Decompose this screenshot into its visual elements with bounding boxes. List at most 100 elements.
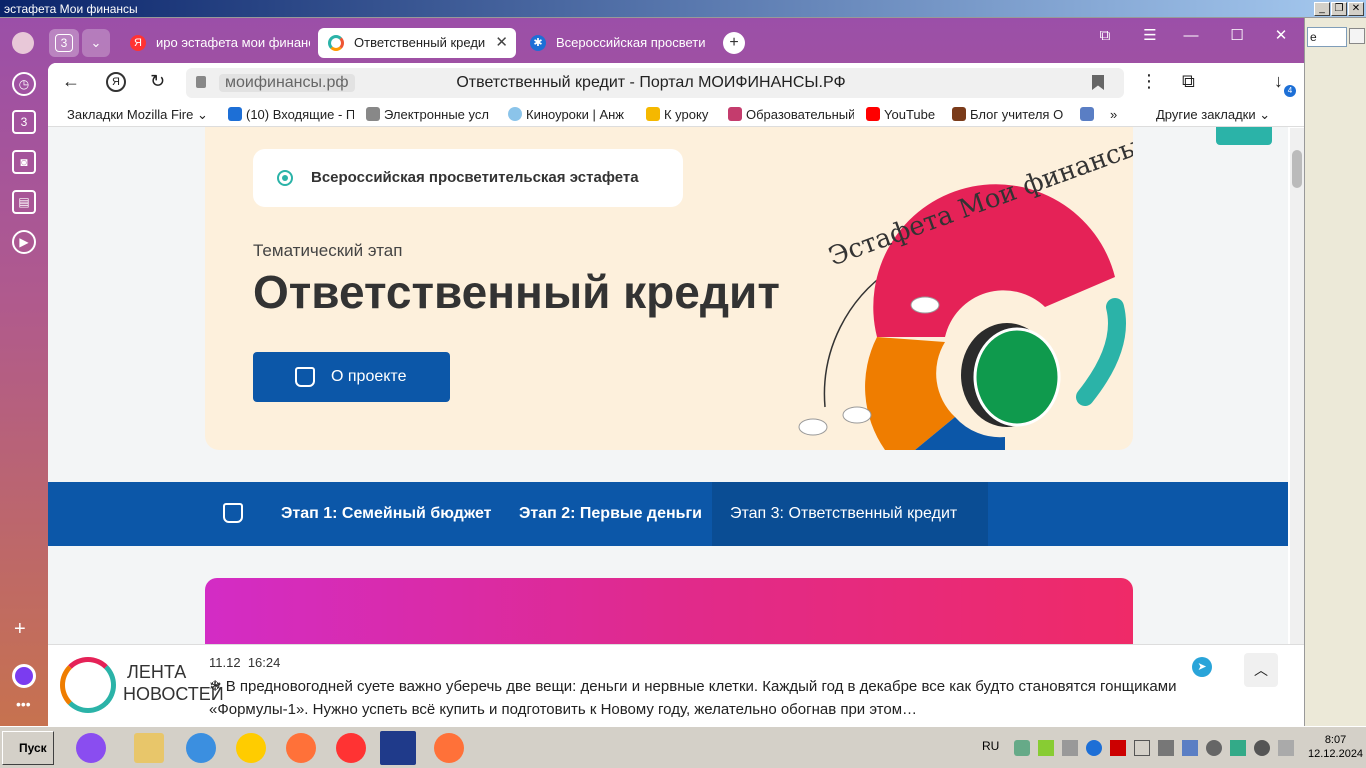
play-icon[interactable]: ▶: [12, 230, 36, 254]
bookmark-blog[interactable]: Блог учителя О: [952, 103, 1068, 127]
explorer-icon[interactable]: [134, 733, 164, 763]
lock-icon[interactable]: [196, 76, 206, 88]
about-project-button[interactable]: О проекте: [253, 352, 450, 402]
yandex-browser-icon[interactable]: [380, 731, 416, 765]
history-icon[interactable]: ◷: [12, 72, 36, 96]
telegram-icon[interactable]: ➤: [1192, 657, 1212, 677]
tab-1[interactable]: Ответственный креди ✕: [318, 28, 516, 58]
tab-label: Ответственный креди: [354, 35, 486, 50]
speaker-icon[interactable]: [1206, 740, 1222, 756]
bluetooth-icon[interactable]: [1086, 740, 1102, 756]
ie-icon[interactable]: [186, 733, 216, 763]
radio-dot-icon: [277, 170, 293, 186]
alice-icon[interactable]: [12, 664, 36, 688]
other-bookmarks[interactable]: Другие закладки ⌄: [1156, 103, 1286, 127]
firefox-icon[interactable]: [286, 733, 316, 763]
start-button[interactable]: Пуск: [2, 731, 54, 765]
close-icon[interactable]: ✕: [495, 28, 508, 58]
collections-icon[interactable]: ⧉: [1090, 24, 1120, 48]
tab-label: Всероссийская просвети: [556, 35, 706, 50]
bookmark-camera[interactable]: [1080, 103, 1100, 127]
tray-app-icon[interactable]: [1182, 740, 1198, 756]
new-tab-button[interactable]: +: [723, 32, 745, 54]
yandex-icon[interactable]: [336, 733, 366, 763]
yandex-music-icon[interactable]: [236, 733, 266, 763]
clock[interactable]: 8:07 12.12.2024: [1308, 733, 1363, 761]
tray-app-icon[interactable]: [1014, 740, 1030, 756]
outer-minimize-button[interactable]: _: [1314, 2, 1330, 16]
background-window-field[interactable]: е: [1307, 27, 1347, 47]
relay-chip-label: Всероссийская просветительская эстафета: [311, 169, 639, 186]
add-icon[interactable]: +: [14, 618, 26, 641]
bookmarks-more[interactable]: »: [1110, 103, 1124, 127]
downloads-icon[interactable]: ↓: [1274, 71, 1283, 92]
tabs-dropdown-button[interactable]: ⌄: [82, 29, 110, 57]
nav-stage-3[interactable]: Этап 3: Ответственный кредит: [712, 482, 988, 546]
nav-stage-2[interactable]: Этап 2: Первые деньги: [519, 482, 702, 546]
tray-app-icon[interactable]: [1230, 740, 1246, 756]
bookmark-kinouroki[interactable]: Киноуроки | Анж: [508, 103, 634, 127]
menu-icon[interactable]: ☰: [1135, 24, 1165, 48]
tray-app-icon[interactable]: [1038, 740, 1054, 756]
tab-strip: 3 ⌄ Я иро эстафета мои финанс Ответствен…: [0, 18, 1304, 68]
keyboard-icon[interactable]: [1278, 740, 1294, 756]
gosuslugi-icon: [366, 107, 380, 121]
more-icon[interactable]: •••: [16, 696, 31, 712]
bookmark-gosuslugi[interactable]: Электронные усл: [366, 103, 494, 127]
notes-icon[interactable]: ▤: [12, 190, 36, 214]
url-field[interactable]: мoифинансы.рф Ответственный кредит - Пор…: [186, 68, 1124, 98]
tab-counter[interactable]: 3: [49, 29, 79, 57]
maximize-button[interactable]: ☐: [1222, 24, 1252, 48]
coin-small: [798, 418, 828, 436]
outer-maximize-button[interactable]: ❐: [1331, 2, 1347, 16]
background-window-button[interactable]: [1349, 28, 1365, 44]
bookmark-folder-mozilla[interactable]: Закладки Mozilla Fire ⌄: [67, 103, 215, 127]
minimize-button[interactable]: —: [1176, 24, 1206, 48]
firefox-icon[interactable]: [434, 733, 464, 763]
scrollbar-thumb[interactable]: [1292, 150, 1302, 188]
reload-icon[interactable]: ↻: [150, 71, 165, 92]
tray-app-icon[interactable]: [1158, 740, 1174, 756]
outer-close-button[interactable]: ✕: [1348, 2, 1364, 16]
bookmark-icon[interactable]: [1092, 75, 1104, 90]
volume-icon[interactable]: [1254, 740, 1270, 756]
bookmark-obrazovatelny[interactable]: Образовательный: [728, 103, 854, 127]
bookmark-youtube[interactable]: YouTube: [866, 103, 942, 127]
news-logo-icon: [60, 657, 116, 713]
language-indicator[interactable]: RU: [982, 739, 999, 753]
yandex-home-icon[interactable]: Я: [106, 72, 126, 92]
tab-2[interactable]: ✱ Всероссийская просвети: [520, 28, 716, 58]
tab-0[interactable]: Я иро эстафета мои финанс: [120, 28, 310, 58]
relay-chip: Всероссийская просветительская эстафета: [253, 149, 683, 207]
obrazovatelny-icon: [728, 107, 742, 121]
network-icon[interactable]: [1062, 740, 1078, 756]
more-menu-icon[interactable]: ⋮: [1140, 71, 1158, 92]
moifinansy-icon: [328, 35, 344, 51]
back-icon[interactable]: ←: [62, 71, 80, 92]
about-project-label: О проекте: [331, 368, 407, 385]
news-text[interactable]: ❄ В предновогодней суете важно уберечь д…: [209, 675, 1199, 721]
bookmark-label: Блог учителя О: [970, 107, 1064, 122]
extensions-icon[interactable]: ⧉: [1182, 71, 1195, 92]
close-window-button[interactable]: ✕: [1266, 24, 1296, 48]
tray-app-icon[interactable]: [1110, 740, 1126, 756]
bookmark-k-uroku[interactable]: К уроку: [646, 103, 716, 127]
collapse-icon[interactable]: ︿: [1244, 653, 1278, 687]
yandex-icon: Я: [130, 35, 146, 51]
windows-icon[interactable]: [1134, 740, 1150, 756]
profile-avatar[interactable]: [12, 32, 34, 54]
sidebar-badge: 3: [20, 115, 28, 129]
snowflake-icon: ✱: [530, 35, 546, 51]
scrollbar[interactable]: [1290, 128, 1304, 724]
tabs-icon[interactable]: 3: [12, 110, 36, 134]
clock-date: 12.12.2024: [1308, 748, 1364, 760]
alice-icon[interactable]: [76, 733, 106, 763]
nav-stage-1[interactable]: Этап 1: Семейный бюджет: [281, 482, 491, 546]
bookmark-label: К уроку: [664, 107, 709, 122]
background-window: е: [1304, 18, 1366, 726]
screenshot-icon[interactable]: ◙: [12, 150, 36, 174]
kinouroki-icon: [508, 107, 522, 121]
teal-header-button[interactable]: [1216, 127, 1272, 145]
home-icon[interactable]: [223, 503, 243, 523]
bookmark-mail[interactable]: (10) Входящие - П: [228, 103, 354, 127]
